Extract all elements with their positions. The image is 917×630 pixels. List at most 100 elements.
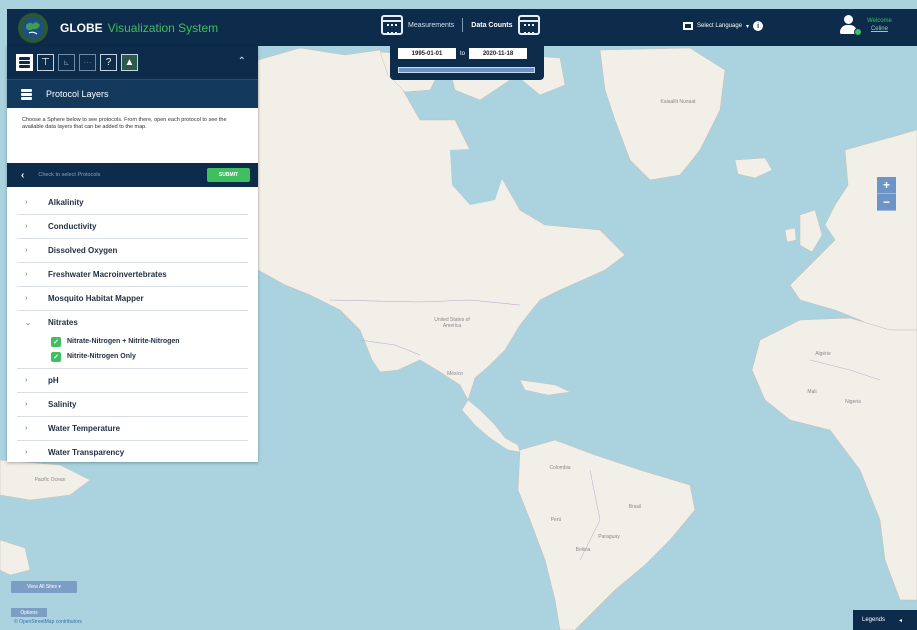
- chevron-right-icon[interactable]: ›: [25, 295, 31, 302]
- protocol-label[interactable]: pH: [48, 376, 59, 385]
- zoom-out-button[interactable]: −: [877, 194, 896, 211]
- welcome-label: Welcome: [867, 18, 892, 25]
- chart-tool-button[interactable]: ⊾: [58, 54, 75, 71]
- date-range-slider[interactable]: [398, 67, 535, 73]
- layer-item-nitrate-nitrite[interactable]: ✓ Nitrate-Nitrogen + Nitrite-Nitrogen: [25, 334, 248, 349]
- sidebar-toolbar: ⊤ ⊾ ··· ? ▲ ⌃: [7, 46, 258, 79]
- measurement-toggle: Measurements Data Counts: [381, 15, 540, 35]
- legends-label[interactable]: Legends: [862, 617, 885, 623]
- map-label-nigeria: Nigeria: [845, 399, 861, 405]
- flag-icon: [683, 22, 693, 30]
- ellipsis-icon: ···: [83, 58, 92, 67]
- protocol-label[interactable]: Mosquito Habitat Mapper: [48, 294, 144, 303]
- chevron-right-icon[interactable]: ›: [25, 223, 31, 230]
- view-sites-button[interactable]: View All Sites ▾: [11, 581, 77, 593]
- panel-title: Protocol Layers: [46, 89, 109, 99]
- map-label-algeria: Algérie: [815, 351, 831, 357]
- protocol-item-salinity[interactable]: › Salinity: [17, 393, 248, 417]
- collapse-icon[interactable]: ⌃: [238, 56, 246, 67]
- protocol-label[interactable]: Conductivity: [48, 222, 96, 231]
- protocol-select-bar: ‹ Check to select Protocols SUBMIT: [7, 163, 258, 187]
- chevron-right-icon[interactable]: ›: [25, 425, 31, 432]
- zoom-control: + −: [877, 177, 896, 211]
- help-icon: ?: [105, 57, 112, 68]
- protocol-item-water-transparency[interactable]: › Water Transparency: [17, 441, 248, 464]
- protocol-label[interactable]: Alkalinity: [48, 198, 84, 207]
- app-subtitle: Visualization System: [107, 20, 219, 35]
- protocol-label[interactable]: Freshwater Macroinvertebrates: [48, 270, 167, 279]
- help-tool-button[interactable]: ?: [100, 54, 117, 71]
- protocol-item-freshwater-macroinvertebrates[interactable]: › Freshwater Macroinvertebrates: [17, 263, 248, 287]
- more-tool-button[interactable]: ···: [79, 54, 96, 71]
- submit-button[interactable]: SUBMIT: [207, 168, 250, 182]
- user-tool-button[interactable]: ▲: [121, 54, 138, 71]
- end-date-field[interactable]: 2020-11-18: [469, 48, 528, 59]
- measurements-tab[interactable]: Measurements: [408, 22, 454, 29]
- protocol-item-alkalinity[interactable]: › Alkalinity: [17, 191, 248, 215]
- user-icon[interactable]: [839, 15, 862, 37]
- calendar-icon[interactable]: [381, 15, 403, 35]
- layer-label[interactable]: Nitrite-Nitrogen Only: [67, 353, 136, 360]
- panel-description: Choose a Sphere below to see protocols. …: [22, 117, 227, 131]
- map-label-bolivia: Bolivia: [575, 547, 591, 553]
- language-caret-icon[interactable]: ▾: [746, 23, 749, 30]
- back-chevron-icon[interactable]: ‹: [21, 170, 24, 181]
- protocol-label[interactable]: Water Transparency: [48, 448, 124, 457]
- chevron-right-icon[interactable]: ›: [25, 271, 31, 278]
- data-counts-tab[interactable]: Data Counts: [471, 22, 512, 29]
- map-label-usa: United States of America: [434, 317, 470, 329]
- checkbox-checked-icon[interactable]: ✓: [51, 336, 61, 347]
- protocol-item-nitrates[interactable]: ⌄ Nitrates ✓ Nitrate-Nitrogen + Nitrite-N…: [17, 311, 248, 369]
- welcome-text: Welcome Celine: [867, 18, 892, 34]
- map-label-colombia: Colombia: [549, 465, 571, 471]
- chart-icon: ⊾: [63, 58, 70, 67]
- chevron-down-icon[interactable]: ⌄: [25, 319, 31, 327]
- chevron-right-icon[interactable]: ›: [25, 401, 31, 408]
- chevron-right-icon[interactable]: ›: [25, 247, 31, 254]
- info-icon[interactable]: i: [753, 21, 764, 31]
- divider: [462, 18, 464, 32]
- zoom-in-button[interactable]: +: [877, 177, 896, 194]
- protocol-label[interactable]: Water Temperature: [48, 424, 120, 433]
- protocol-item-conductivity[interactable]: › Conductivity: [17, 215, 248, 239]
- chevron-right-icon[interactable]: ›: [25, 449, 31, 456]
- start-date-field[interactable]: 1995-01-01: [398, 48, 456, 59]
- filter-tool-button[interactable]: ⊤: [37, 54, 54, 71]
- protocol-label[interactable]: Salinity: [48, 400, 76, 409]
- calendar-grid-icon[interactable]: [517, 15, 540, 35]
- language-selector[interactable]: Select Language ▾ i: [683, 21, 764, 31]
- map-label-peru: Perú: [550, 517, 562, 523]
- date-range-panel: 1995-01-01 to 2020-11-18: [390, 46, 544, 80]
- map-label-mali: Mali: [807, 389, 817, 395]
- layer-label[interactable]: Nitrate-Nitrogen + Nitrite-Nitrogen: [67, 338, 180, 345]
- protocol-sidebar: ⊤ ⊾ ··· ? ▲ ⌃ Protocol Layers Choose a S…: [7, 46, 258, 462]
- layer-item-nitrite-only[interactable]: ✓ Nitrite-Nitrogen Only: [25, 349, 248, 364]
- layers-tool-button[interactable]: [16, 54, 33, 71]
- legends-button[interactable]: Legends ◂: [853, 610, 917, 630]
- options-button[interactable]: Options: [11, 608, 47, 617]
- user-name-link[interactable]: Celine: [867, 26, 892, 34]
- layers-header-icon: [21, 88, 32, 100]
- chevron-right-icon[interactable]: ›: [25, 377, 31, 384]
- chevron-right-icon[interactable]: ›: [25, 199, 31, 206]
- protocol-list: › Alkalinity › Conductivity › Dissolved Oxy…: [7, 187, 258, 464]
- date-to-label: to: [460, 50, 466, 57]
- protocol-label[interactable]: Dissolved Oxygen: [48, 246, 117, 255]
- protocol-item-mosquito-habitat-mapper[interactable]: › Mosquito Habitat Mapper: [17, 287, 248, 311]
- globe-logo-icon[interactable]: [18, 12, 48, 43]
- user-menu[interactable]: Welcome Celine: [839, 15, 892, 37]
- map-label-pacific: Pacific Ocean: [34, 477, 66, 483]
- filter-icon: ⊤: [41, 57, 50, 68]
- protocol-item-dissolved-oxygen[interactable]: › Dissolved Oxygen: [17, 239, 248, 263]
- select-language-label[interactable]: Select Language: [697, 23, 742, 29]
- protocol-item-water-temperature[interactable]: › Water Temperature: [17, 417, 248, 441]
- arrow-left-icon[interactable]: ◂: [899, 617, 902, 624]
- user-small-icon: ▲: [124, 57, 135, 68]
- date-row: 1995-01-01 to 2020-11-18: [398, 48, 528, 59]
- app-name: GLOBE: [60, 20, 103, 35]
- checkbox-checked-icon[interactable]: ✓: [51, 351, 61, 362]
- protocol-item-ph[interactable]: › pH: [17, 369, 248, 393]
- protocol-select-input[interactable]: Check to select Protocols: [38, 172, 100, 178]
- map-attribution[interactable]: © OpenStreetMap contributors: [14, 619, 82, 625]
- protocol-label[interactable]: Nitrates: [48, 318, 78, 327]
